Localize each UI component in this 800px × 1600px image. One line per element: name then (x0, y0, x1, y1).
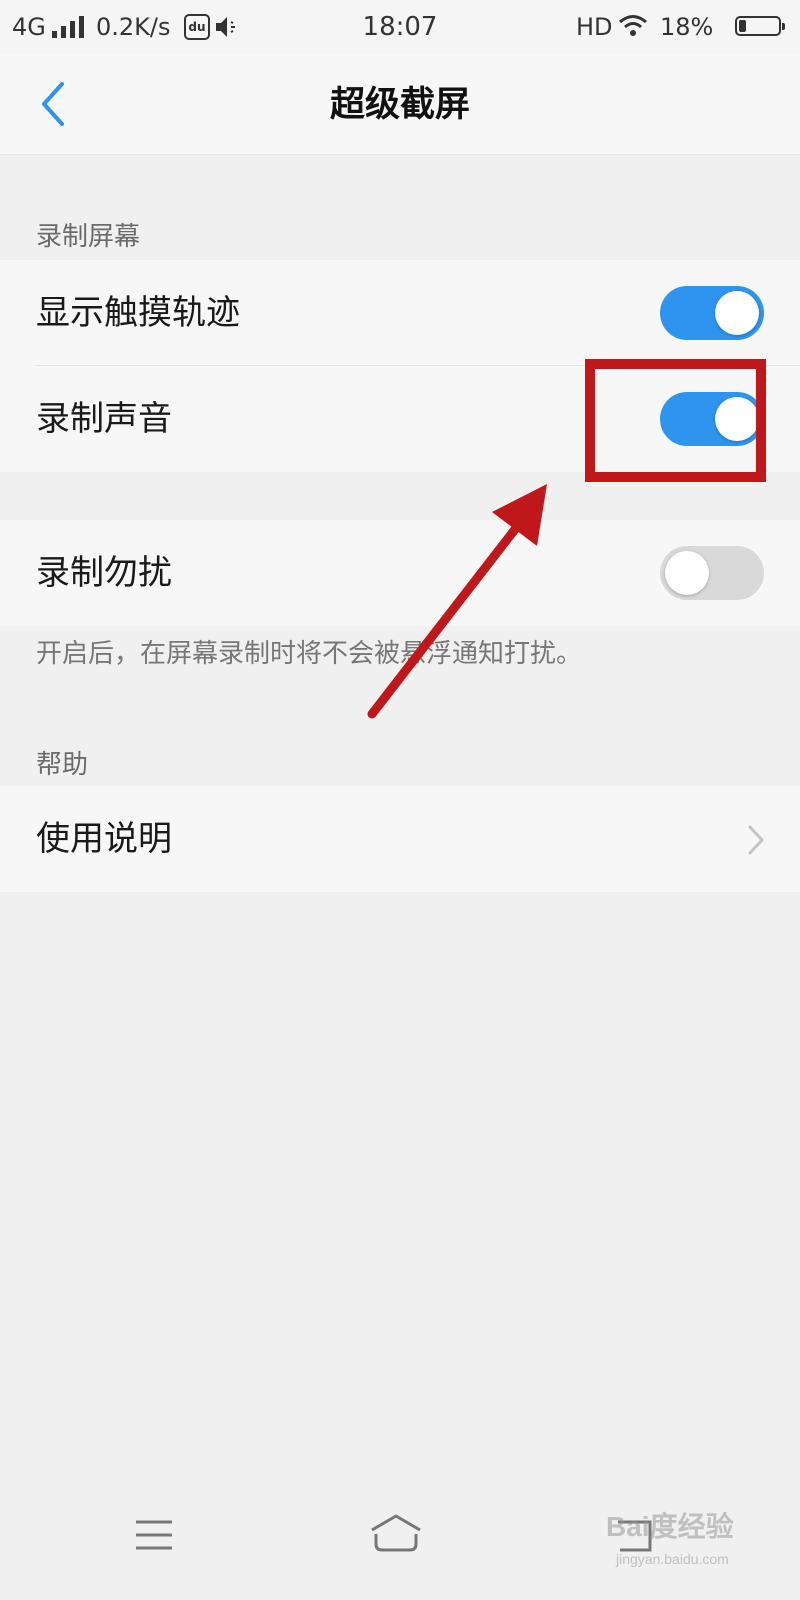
setting-label: 显示触摸轨迹 (36, 293, 240, 333)
record-dnd-toggle[interactable] (660, 546, 764, 600)
hd-indicator: HD (576, 13, 613, 41)
back-icon[interactable] (606, 1510, 666, 1560)
setting-label: 录制声音 (36, 399, 172, 439)
navigation-bar (0, 1480, 800, 1600)
setting-row-show-touch-trail[interactable]: 显示触摸轨迹 (0, 260, 800, 366)
chevron-right-icon (748, 825, 764, 855)
wifi-icon (619, 15, 647, 36)
setting-row-instructions[interactable]: 使用说明 (0, 786, 800, 892)
record-audio-toggle[interactable] (660, 392, 764, 446)
setting-row-record-audio[interactable]: 录制声音 (0, 366, 800, 472)
battery-fill (739, 20, 746, 32)
menu-icon[interactable] (126, 1510, 186, 1560)
section-label-record-screen: 录制屏幕 (36, 222, 141, 252)
battery-icon (735, 16, 785, 36)
setting-row-record-dnd[interactable]: 录制勿扰 (0, 520, 800, 626)
toggle-knob (715, 397, 759, 441)
title-bar: 超级截屏 (0, 54, 800, 155)
dnd-description: 开启后，在屏幕录制时将不会被悬浮通知打扰。 (36, 639, 583, 669)
section-label-help: 帮助 (36, 750, 89, 780)
home-icon[interactable] (366, 1510, 426, 1560)
page-title: 超级截屏 (329, 85, 470, 125)
status-bar: 4G 0.2K/s du 18:07 HD 18% (0, 0, 800, 54)
battery-percent: 18% (660, 13, 714, 41)
setting-label: 使用说明 (36, 819, 172, 859)
help-group: 使用说明 (0, 786, 800, 892)
show-touch-trail-toggle[interactable] (660, 286, 764, 340)
toggle-knob (715, 291, 759, 335)
toggle-knob (665, 551, 709, 595)
dnd-group: 录制勿扰 (0, 520, 800, 626)
setting-label: 录制勿扰 (36, 553, 172, 593)
record-screen-group: 显示触摸轨迹 录制声音 (0, 260, 800, 472)
